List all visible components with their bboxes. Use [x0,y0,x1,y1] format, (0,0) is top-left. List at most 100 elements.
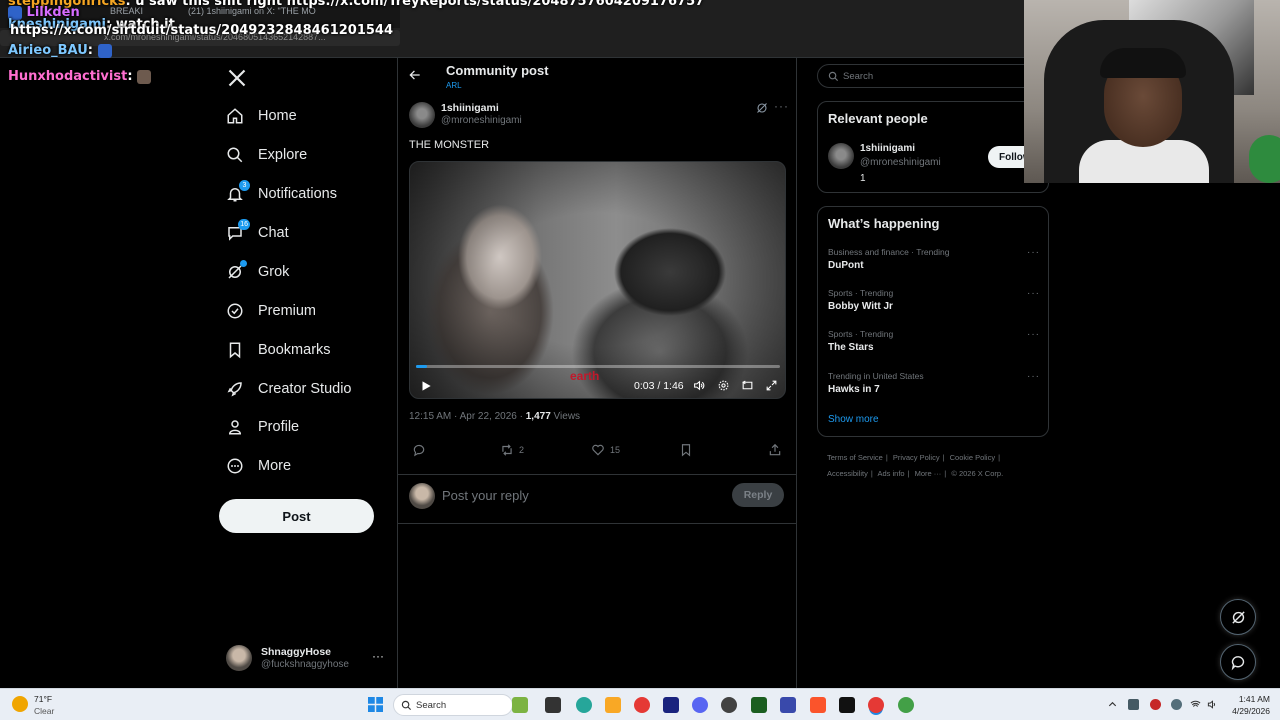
repost-action[interactable]: 2 [500,443,524,457]
moon-weather-icon[interactable] [12,696,28,712]
post-more-icon[interactable]: ··· [774,99,789,113]
trend-more-icon[interactable]: ··· [1027,329,1040,340]
grok-floating-button[interactable] [1220,599,1256,635]
obs-icon[interactable] [721,697,737,713]
nav-item-more[interactable]: More [226,451,291,481]
chat-line: Airieo_BAU: [8,43,112,58]
search-icon [828,71,839,82]
footer-link[interactable]: Terms of Service [827,453,883,462]
nav-item-profile[interactable]: Profile [226,412,299,442]
pip-icon[interactable] [741,379,754,392]
post-timestamp[interactable]: 12:15 AM · Apr 22, 2026 · [409,411,526,422]
post-button[interactable]: Post [219,499,374,533]
trend-more-icon[interactable]: ··· [1027,288,1040,299]
footer-link[interactable]: Ads info [877,469,904,478]
info-app-icon[interactable] [839,697,855,713]
taskbar-search[interactable]: Search [393,694,513,716]
trend-item[interactable]: Business and finance · Trending DuPont ·… [828,247,1040,271]
weather-temperature: 71°F [34,694,53,704]
footer-link[interactable]: More ··· [915,469,942,478]
trend-item[interactable]: Sports · Trending The Stars ··· [828,329,1040,353]
webcam-overlay [1024,0,1280,183]
clock-time[interactable]: 1:41 AM [1230,694,1270,704]
chrome-profile-icon[interactable] [898,697,914,713]
nav-item-notifications[interactable]: 3 Notifications [226,179,337,209]
nav-item-home[interactable]: Home [226,101,297,131]
author-handle[interactable]: @mroneshinigami [441,115,522,126]
copilot-icon[interactable] [576,697,592,713]
tray-record-icon[interactable] [1150,699,1161,710]
windows-start-icon[interactable] [368,697,383,712]
community-name-link[interactable]: ARL [446,81,462,90]
chat-message: https://x.com/sirtduit/status/2049232848… [10,23,394,38]
reply-input[interactable] [442,485,712,505]
trend-more-icon[interactable]: ··· [1027,371,1040,382]
x-logo-icon[interactable] [227,68,247,88]
grok-explain-icon[interactable] [756,102,768,114]
discord-icon[interactable] [692,697,708,713]
video-progress-fill [416,365,427,368]
bookmark-action[interactable] [679,443,693,457]
footer-link[interactable]: Cookie Policy [950,453,995,462]
video-time: 0:03 / 1:46 [634,380,684,392]
video-caption: earth [570,369,600,383]
messages-floating-button[interactable] [1220,644,1256,680]
video-player[interactable]: earth 0:03 / 1:46 [409,161,786,399]
trend-item[interactable]: Trending in United States Hawks in 7 ··· [828,371,1040,395]
share-icon [769,443,781,456]
powershell-icon[interactable] [780,697,796,713]
like-count: 15 [610,445,621,455]
weather-description: Clear [34,706,55,716]
speaker-icon[interactable] [1207,699,1218,710]
like-action[interactable]: 15 [591,443,620,457]
footer-links: Terms of Service | Privacy Policy | Cookie… [827,450,1047,482]
author-avatar[interactable] [409,102,435,128]
nav-item-bookmarks[interactable]: Bookmarks [226,335,331,365]
wifi-icon[interactable] [1190,699,1201,710]
file-explorer-icon[interactable] [605,697,621,713]
chrome-active-icon[interactable] [868,697,884,713]
microphone-icon[interactable] [1171,699,1182,710]
nav-item-chat[interactable]: 16 Chat [226,218,289,248]
volume-icon[interactable] [693,379,706,392]
card-title: What’s happening [828,216,940,231]
trend-title: DuPont [828,260,864,271]
task-view-icon[interactable] [545,697,561,713]
video-progress-bar[interactable] [416,365,780,368]
nav-item-explore[interactable]: Explore [226,140,307,170]
steam-icon[interactable] [663,697,679,713]
relevant-people-card: Relevant people 1shiinigami @mroneshinig… [817,101,1058,193]
more-circle-icon [227,458,243,474]
share-action[interactable] [768,443,782,457]
brave-icon[interactable] [810,697,826,713]
person-handle[interactable]: @mroneshinigami [860,157,941,168]
chrome-icon[interactable] [634,697,650,713]
trend-more-icon[interactable]: ··· [1027,247,1040,258]
settings-gear-icon[interactable] [717,379,730,392]
nav-item-creator-studio[interactable]: Creator Studio [226,374,352,404]
footer-link[interactable]: Accessibility [827,469,868,478]
person-name[interactable]: 1shiinigami [860,143,915,154]
clock-date[interactable]: 4/29/2026 [1222,706,1270,716]
chevron-up-icon[interactable] [1107,699,1118,710]
account-more-icon[interactable]: ··· [372,649,384,663]
widgets-app-icon[interactable] [512,697,528,713]
app-icon[interactable] [751,697,767,713]
author-name[interactable]: 1shiinigami [441,102,499,114]
nav-item-grok[interactable]: Grok [226,257,289,287]
tray-app-icon[interactable] [1128,699,1139,710]
reply-button[interactable]: Reply [732,483,784,507]
back-arrow-icon[interactable] [408,68,422,82]
reply-action[interactable] [412,443,426,457]
show-more-link[interactable]: Show more [828,414,879,425]
footer-link[interactable]: Privacy Policy [893,453,940,462]
account-switcher[interactable]: ShnaggyHose @fuckshnaggyhose ··· [226,643,396,677]
person-avatar[interactable] [828,143,854,169]
search-box[interactable] [817,64,1049,88]
trend-item[interactable]: Sports · Trending Bobby Witt Jr ··· [828,288,1040,312]
fullscreen-icon[interactable] [765,379,778,392]
webcam-plant [1249,135,1280,183]
nav-item-premium[interactable]: Premium [226,296,316,326]
search-input[interactable] [843,68,1043,84]
play-icon[interactable] [419,379,433,393]
